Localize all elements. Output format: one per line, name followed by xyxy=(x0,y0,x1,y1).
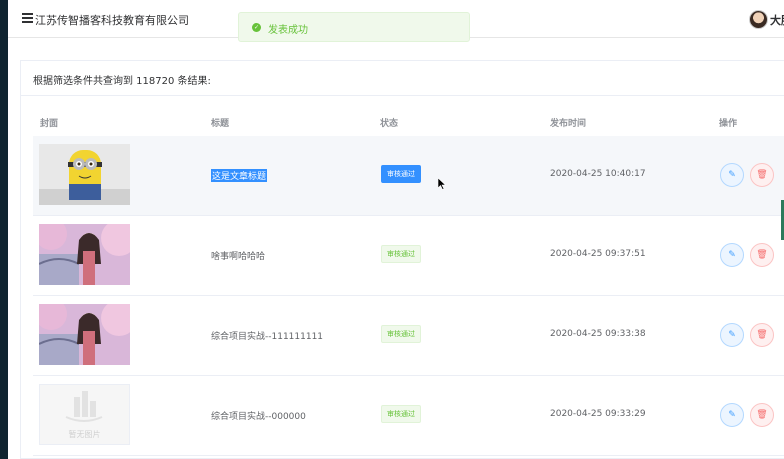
result-count-text: 根据筛选条件共查询到 118720 条结果: xyxy=(33,76,211,87)
toast-message: 发表成功 xyxy=(268,25,308,36)
article-title[interactable]: 啥事啊哈哈哈 xyxy=(211,249,265,262)
avatar[interactable] xyxy=(749,10,768,29)
article-title[interactable]: 这是文章标题 xyxy=(211,169,268,182)
table-row[interactable]: 暂无图片 综合项目实战--000000 审核通过 2020-04-25 09:3… xyxy=(33,376,784,456)
success-check-icon: ✓ xyxy=(252,23,261,32)
table-row[interactable]: 这是文章标题 审核通过 2020-04-25 10:40:17 ✎ 🗑 xyxy=(33,136,784,216)
column-header-actions: 操作 xyxy=(719,119,738,129)
column-header-status: 状态 xyxy=(380,119,399,129)
delete-button[interactable]: 🗑 xyxy=(750,403,774,427)
column-header-time: 发布时间 xyxy=(550,119,587,129)
trash-icon: 🗑 xyxy=(756,250,768,260)
publish-time: 2020-04-25 09:33:38 xyxy=(550,329,646,339)
trash-icon: 🗑 xyxy=(756,330,768,340)
left-sidebar-edge xyxy=(0,0,8,459)
mouse-cursor-icon xyxy=(438,178,446,190)
no-image-text: 暂无图片 xyxy=(68,430,101,439)
column-header-title: 标题 xyxy=(211,119,230,129)
table-row[interactable]: 综合项目实战--111111111 审核通过 2020-04-25 09:33:… xyxy=(33,296,784,376)
delete-button[interactable]: 🗑 xyxy=(750,323,774,347)
trash-icon: 🗑 xyxy=(756,410,768,420)
article-title[interactable]: 综合项目实战--000000 xyxy=(211,409,306,422)
edit-icon: ✎ xyxy=(728,410,736,420)
brand-title: 江苏传智播客科技教育有限公司 xyxy=(35,14,189,27)
edit-icon: ✎ xyxy=(728,250,736,260)
publish-time: 2020-04-25 10:40:17 xyxy=(550,169,646,179)
article-title[interactable]: 综合项目实战--111111111 xyxy=(211,329,323,342)
status-badge: 审核通过 xyxy=(381,165,421,183)
column-header-cover: 封面 xyxy=(40,119,59,129)
username[interactable]: 大胖 xyxy=(770,12,784,28)
cover-image xyxy=(39,224,130,285)
publish-time: 2020-04-25 09:33:29 xyxy=(550,409,646,419)
edit-button[interactable]: ✎ xyxy=(720,243,744,267)
edit-icon: ✎ xyxy=(728,330,736,340)
edit-icon: ✎ xyxy=(728,170,736,180)
results-card-header: 根据筛选条件共查询到 118720 条结果: xyxy=(21,61,784,96)
delete-button[interactable]: 🗑 xyxy=(750,163,774,187)
edit-button[interactable]: ✎ xyxy=(720,323,744,347)
trash-icon: 🗑 xyxy=(756,170,768,180)
edit-button[interactable]: ✎ xyxy=(720,163,744,187)
menu-toggle-icon[interactable] xyxy=(22,13,33,23)
success-toast: ✓ 发表成功 xyxy=(238,12,470,42)
status-badge: 审核通过 xyxy=(381,405,421,423)
edit-button[interactable]: ✎ xyxy=(720,403,744,427)
cover-image xyxy=(39,304,130,365)
status-badge: 审核通过 xyxy=(381,245,421,263)
table-row[interactable]: 啥事啊哈哈哈 审核通过 2020-04-25 09:37:51 ✎ 🗑 xyxy=(33,216,784,296)
publish-time: 2020-04-25 09:37:51 xyxy=(550,249,646,259)
delete-button[interactable]: 🗑 xyxy=(750,243,774,267)
cover-image xyxy=(39,144,130,205)
cover-image: 暂无图片 xyxy=(39,384,130,445)
status-badge: 审核通过 xyxy=(381,325,421,343)
